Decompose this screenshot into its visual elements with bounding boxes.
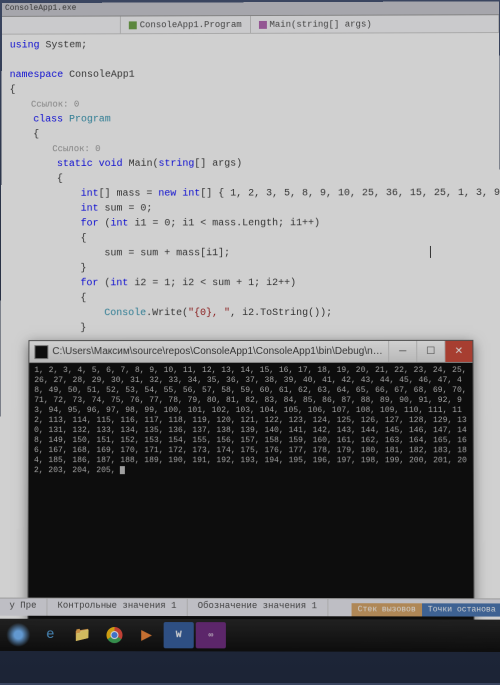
console-output-area[interactable]: 1, 2, 3, 4, 5, 6, 7, 8, 9, 10, 11, 12, 1… xyxy=(28,363,473,621)
kw-namespace: namespace xyxy=(10,70,64,81)
tab-callstack[interactable]: Стек вызовов xyxy=(352,603,422,616)
sum-init: sum = 0; xyxy=(99,204,153,215)
word-icon[interactable]: W xyxy=(164,622,194,648)
tab-preview[interactable]: у Пре xyxy=(0,599,47,616)
for-open: ( xyxy=(99,219,111,230)
kw-for: for xyxy=(80,278,98,289)
console-cursor xyxy=(120,466,125,474)
id-namespace: ConsoleApp1 xyxy=(69,70,135,81)
ie-icon[interactable]: e xyxy=(35,622,65,648)
id-mass: [] mass = xyxy=(99,189,159,200)
ide-screen: ConsoleApp1.exe ConsoleApp1.Program Main… xyxy=(0,1,500,652)
id-args: [] args) xyxy=(194,159,242,170)
csharp-class-icon xyxy=(129,21,137,29)
for-open: ( xyxy=(98,278,110,289)
codelens-refs[interactable]: Ссылок: 0 xyxy=(52,144,100,154)
tostring-call: , i2.ToString()); xyxy=(230,308,332,319)
maximize-button[interactable]: ☐ xyxy=(416,341,444,362)
cmd-icon xyxy=(34,345,48,359)
str-format: "{0}, " xyxy=(188,308,230,319)
text-caret xyxy=(430,246,431,258)
tab-breakpoints[interactable]: Точки останова xyxy=(422,603,500,616)
navigation-bar: ConsoleApp1.Program Main(string[] args) xyxy=(2,15,499,34)
explorer-icon[interactable]: 📁 xyxy=(67,622,97,648)
kw-void: void xyxy=(99,159,123,170)
kw-int: int xyxy=(110,278,128,289)
method-icon xyxy=(259,20,267,28)
kw-using: using xyxy=(10,40,40,51)
kw-string: string xyxy=(158,159,194,170)
media-icon[interactable]: ▶ xyxy=(132,622,162,648)
tab-watch[interactable]: Контрольные значения 1 xyxy=(47,599,187,616)
codelens-refs[interactable]: Ссылок: 0 xyxy=(31,100,79,110)
windows-taskbar: e 📁 ▶ W ∞ xyxy=(0,619,500,652)
bottom-right-tabs: Стек вызовов Точки останова xyxy=(352,603,500,616)
id-system: System xyxy=(45,40,81,51)
for1-cond: i1 = 0; i1 < mass.Length; i1++) xyxy=(128,218,320,229)
document-tab[interactable]: ConsoleApp1.exe xyxy=(5,4,76,13)
console-titlebar[interactable]: C:\Users\Максим\source\repos\ConsoleApp1… xyxy=(29,341,472,363)
window-controls: ─ ☐ ✕ xyxy=(388,341,472,362)
tab-locals[interactable]: Обозначение значения 1 xyxy=(188,599,328,616)
kw-int: int xyxy=(81,204,99,215)
for2-cond: i2 = 1; i2 < sum + 1; i2++) xyxy=(128,278,296,289)
start-button[interactable] xyxy=(3,622,33,648)
array-literal: [] { 1, 2, 3, 5, 8, 9, 10, 25, 36, 15, 2… xyxy=(200,188,500,200)
console-output: 1, 2, 3, 4, 5, 6, 7, 8, 9, 10, 11, 12, 1… xyxy=(34,366,472,475)
kw-for: for xyxy=(81,219,99,230)
breadcrumb-method-label: Main(string[] args) xyxy=(270,19,372,29)
id-main: Main xyxy=(129,159,153,170)
breadcrumb-method[interactable]: Main(string[] args) xyxy=(251,15,500,33)
kw-static: static xyxy=(57,159,93,170)
id-class: Program xyxy=(69,114,111,125)
kw-int: int xyxy=(182,189,200,200)
write-call: .Write( xyxy=(146,308,188,319)
code-editor[interactable]: using System; namespace ConsoleApp1 { Сс… xyxy=(1,33,500,337)
minimize-button[interactable]: ─ xyxy=(388,341,416,362)
close-button[interactable]: ✕ xyxy=(444,341,472,362)
breadcrumb-class[interactable]: ConsoleApp1.Program xyxy=(121,16,251,33)
document-tab-bar: ConsoleApp1.exe xyxy=(2,1,499,17)
kw-new: new xyxy=(158,189,176,200)
console-title-text: C:\Users\Максим\source\repos\ConsoleApp1… xyxy=(52,346,388,357)
kw-int: int xyxy=(111,219,129,230)
kw-int: int xyxy=(81,189,99,200)
console-window: C:\Users\Максим\source\repos\ConsoleApp1… xyxy=(27,340,474,622)
sum-body: sum = sum + mass[i1]; xyxy=(104,248,230,259)
breadcrumb-class-label: ConsoleApp1.Program xyxy=(140,20,242,30)
chrome-icon[interactable] xyxy=(99,622,129,648)
visualstudio-icon[interactable]: ∞ xyxy=(196,622,226,648)
cls-console: Console xyxy=(104,308,146,319)
kw-class: class xyxy=(33,115,63,126)
breadcrumb-spacer xyxy=(2,17,121,34)
